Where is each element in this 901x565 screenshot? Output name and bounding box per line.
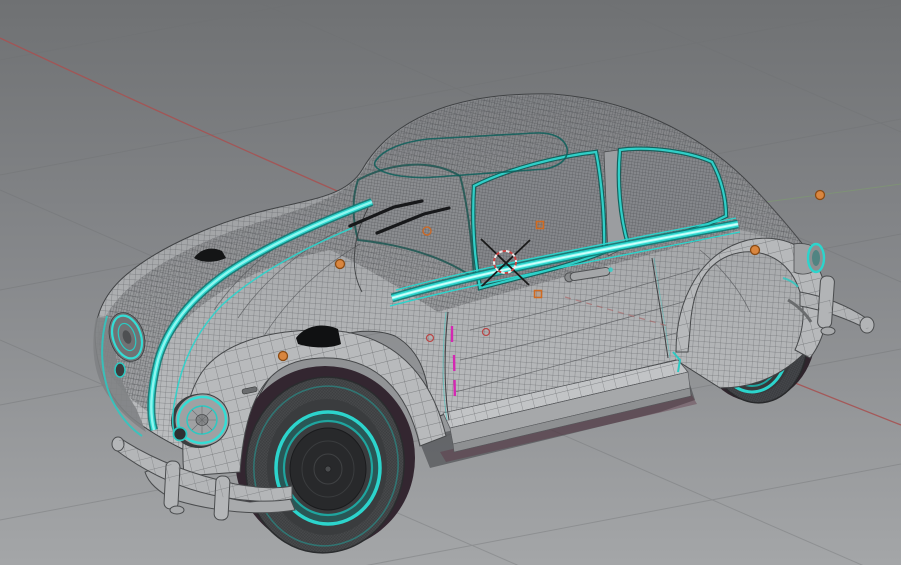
origin-dot[interactable] — [277, 350, 289, 362]
origin-square[interactable] — [533, 289, 543, 299]
origin-dot[interactable] — [814, 189, 826, 201]
origin-square[interactable] — [535, 220, 545, 230]
parking-light-far — [114, 362, 126, 378]
tail-light[interactable] — [793, 242, 826, 275]
parking-light-near — [172, 426, 188, 442]
viewport-canvas[interactable] — [0, 0, 901, 565]
viewport-3d[interactable] — [0, 0, 901, 565]
origin-dot[interactable] — [334, 258, 346, 270]
origin-dot[interactable] — [749, 244, 761, 256]
